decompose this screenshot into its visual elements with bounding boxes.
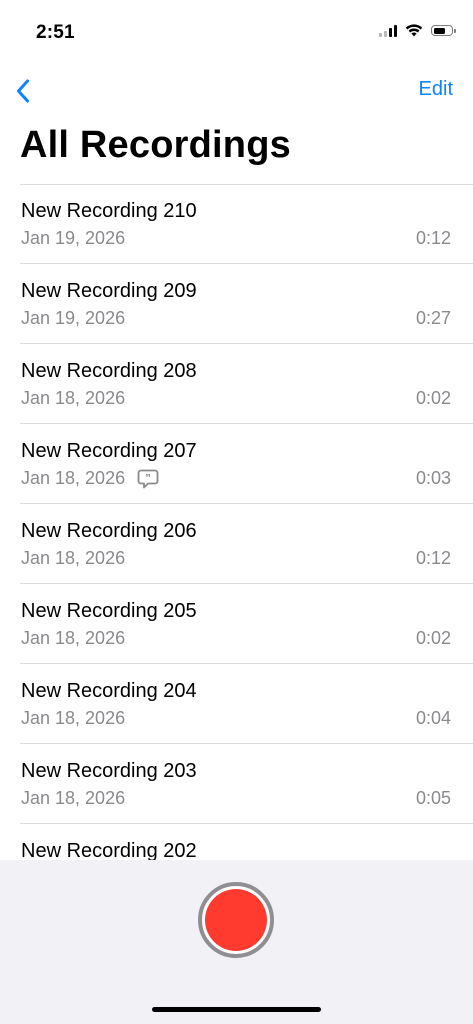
recording-row[interactable]: New Recording 202: [0, 824, 473, 860]
recording-duration: 0:04: [415, 708, 451, 728]
recording-title: New Recording 209: [21, 280, 197, 302]
recording-date-group: Jan 18, 2026 ”: [21, 468, 159, 489]
status-time: 2:51: [36, 22, 75, 43]
recording-date-group: Jan 19, 2026: [21, 228, 125, 249]
recording-duration: 0:03: [415, 468, 451, 488]
chevron-left-icon: [17, 79, 29, 103]
recording-row[interactable]: New Recording 205 Jan 18, 2026 0:02: [0, 584, 473, 664]
recording-title: New Recording 206: [21, 520, 197, 542]
status-bar: 2:51: [0, 0, 473, 60]
page-title: All Recordings: [20, 124, 291, 166]
recording-date: Jan 18, 2026: [21, 388, 126, 408]
recording-date: Jan 19, 2026: [21, 308, 126, 328]
status-icons: [379, 24, 456, 37]
recording-row[interactable]: New Recording 208 Jan 18, 2026 0:02: [0, 344, 473, 424]
recording-title: New Recording 208: [21, 360, 197, 382]
recording-date-group: Jan 18, 2026: [21, 708, 125, 729]
recording-title: New Recording 210: [21, 200, 197, 222]
recording-duration: 0:02: [415, 388, 451, 408]
home-indicator[interactable]: [152, 1007, 321, 1012]
recording-date: Jan 18, 2026: [21, 548, 126, 568]
recording-date-group: Jan 18, 2026: [21, 548, 125, 569]
recording-title: New Recording 204: [21, 680, 197, 702]
recording-date: Jan 18, 2026: [21, 468, 126, 488]
recording-row[interactable]: New Recording 204 Jan 18, 2026 0:04: [0, 664, 473, 744]
recording-duration: 0:12: [415, 548, 451, 568]
recording-date: Jan 18, 2026: [21, 788, 126, 808]
recording-duration: 0:02: [415, 628, 451, 648]
recording-row[interactable]: New Recording 207 Jan 18, 2026 ” 0:03: [0, 424, 473, 504]
recording-title: New Recording 205: [21, 600, 197, 622]
recording-title: New Recording 207: [21, 440, 197, 462]
edit-button[interactable]: Edit: [419, 78, 453, 101]
recording-duration: 0:27: [415, 308, 451, 328]
recording-date: Jan 19, 2026: [21, 228, 126, 248]
record-button[interactable]: [198, 882, 274, 958]
cellular-signal-icon: [379, 24, 397, 37]
recording-date-group: Jan 18, 2026: [21, 628, 125, 649]
wifi-icon: [405, 24, 423, 37]
record-button-icon: [205, 889, 267, 951]
recordings-list[interactable]: New Recording 210 Jan 19, 2026 0:12 New Rec…: [0, 184, 473, 860]
voice-memos-screen: 2:51 Edit All Recordings New Recording 2…: [0, 0, 473, 1024]
recording-row[interactable]: New Recording 209 Jan 19, 2026 0:27: [0, 264, 473, 344]
svg-text:”: ”: [145, 472, 151, 484]
recording-title: New Recording 203: [21, 760, 197, 782]
recording-duration: 0:05: [415, 788, 451, 808]
recording-date: Jan 18, 2026: [21, 628, 126, 648]
recording-row[interactable]: New Recording 206 Jan 18, 2026 0:12: [0, 504, 473, 584]
battery-icon: [431, 25, 456, 36]
recording-date-group: Jan 18, 2026: [21, 388, 125, 409]
recording-date-group: Jan 18, 2026: [21, 788, 125, 809]
recording-row[interactable]: New Recording 203 Jan 18, 2026 0:05: [0, 744, 473, 824]
recording-date-group: Jan 19, 2026: [21, 308, 125, 329]
recording-date: Jan 18, 2026: [21, 708, 126, 728]
back-button[interactable]: [8, 74, 38, 108]
recording-row[interactable]: New Recording 210 Jan 19, 2026 0:12: [0, 184, 473, 264]
transcript-icon: ”: [137, 469, 159, 488]
recording-title: New Recording 202: [21, 840, 197, 860]
recording-duration: 0:12: [415, 228, 451, 248]
